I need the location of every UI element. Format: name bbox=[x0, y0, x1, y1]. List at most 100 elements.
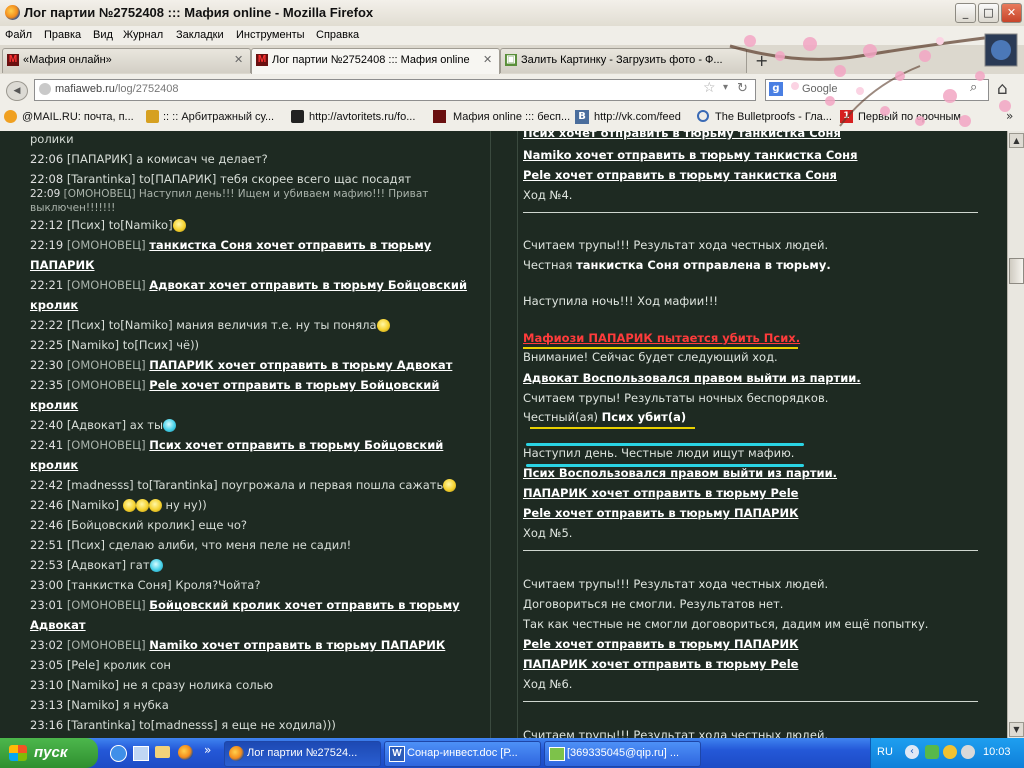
tab-mafia-online[interactable]: M «Мафия онлайн» ✕ bbox=[2, 48, 251, 73]
tab-game-log[interactable]: M Лог партии №2752408 ::: Мафия online ✕ bbox=[251, 48, 500, 75]
scroll-down-arrow-icon[interactable]: ▼ bbox=[1009, 722, 1024, 737]
qip-tray-icon[interactable] bbox=[925, 745, 939, 759]
bookmark-star-icon[interactable]: ☆ bbox=[703, 80, 716, 96]
event-line: Псих Воспользовался правом выйти из парт… bbox=[523, 466, 838, 480]
page-content: ролики 22:06 [ПАПАРИК] а комисач че дела… bbox=[0, 131, 1007, 738]
close-button[interactable]: ✕ bbox=[1001, 3, 1022, 23]
bookmark-vk[interactable]: http://vk.com/feed bbox=[594, 111, 681, 123]
event-line: Считаем трупы!!! Результат хода честных … bbox=[523, 238, 829, 252]
system-tray: RU ‹ 10:03 bbox=[870, 738, 1024, 768]
menu-view[interactable]: Вид bbox=[93, 29, 113, 41]
menu-history[interactable]: Журнал bbox=[123, 29, 163, 41]
task-label: Сонар-инвест.doc [Р... bbox=[407, 747, 518, 759]
event-line: Считаем трупы!!! Результат хода честных … bbox=[523, 728, 829, 738]
scrollbar-thumb[interactable] bbox=[1009, 258, 1024, 284]
separator bbox=[523, 550, 978, 551]
maximize-button[interactable]: □ bbox=[978, 3, 999, 23]
bookmark-mafia[interactable]: Мафия online ::: бесп... bbox=[453, 111, 571, 123]
bookmark-news[interactable]: Первый по срочным bbox=[858, 111, 961, 123]
reload-icon[interactable]: ↻ bbox=[737, 81, 748, 96]
bookmark-arbitration[interactable]: :: :: Арбитражный су... bbox=[163, 111, 288, 123]
bookmarks-more-icon[interactable]: » bbox=[1006, 109, 1013, 123]
security-tray-icon[interactable] bbox=[943, 745, 957, 759]
tab-upload-picture[interactable]: ▣ Залить Картинку - Загрузить фото - Ф..… bbox=[500, 48, 747, 73]
event-line: Адвокат Воспользовался правом выйти из п… bbox=[523, 371, 861, 385]
chat-line: кролик bbox=[30, 458, 79, 472]
tab-close-icon[interactable]: ✕ bbox=[234, 53, 243, 66]
menu-tools[interactable]: Инструменты bbox=[236, 29, 305, 41]
menu-help[interactable]: Справка bbox=[316, 29, 359, 41]
taskbar-item-firefox[interactable]: Лог партии №27524... bbox=[224, 741, 381, 767]
dropdown-arrow-icon[interactable]: ▾ bbox=[723, 82, 728, 93]
bookmark-mail[interactable]: @MAIL.RU: почта, п... bbox=[22, 111, 138, 123]
start-label: пуск bbox=[34, 744, 68, 761]
ie-icon[interactable] bbox=[110, 745, 127, 762]
event-line: Pele хочет отправить в тюрьму танкистка … bbox=[523, 168, 837, 182]
show-desktop-icon[interactable] bbox=[133, 746, 149, 761]
chat-line: 23:01 [ОМОНОВЕЦ] Бойцовский кролик хочет… bbox=[30, 598, 460, 612]
menu-edit[interactable]: Правка bbox=[44, 29, 81, 41]
tab-close-icon[interactable]: ✕ bbox=[483, 53, 492, 66]
highlight-underline bbox=[523, 347, 798, 349]
word-icon: W bbox=[389, 746, 405, 762]
back-button[interactable]: ◀ bbox=[6, 81, 28, 101]
news-icon: 1 bbox=[840, 110, 853, 123]
event-line: Ход №5. bbox=[523, 526, 573, 540]
taskbar-item-qip[interactable]: [369335045@qip.ru] ... bbox=[544, 741, 701, 767]
mafia-icon: M bbox=[256, 54, 268, 66]
chat-line: 22:30 [ОМОНОВЕЦ] ПАПАРИК хочет отправить… bbox=[30, 358, 453, 372]
home-button[interactable]: ⌂ bbox=[997, 79, 1008, 99]
tray-expand-icon[interactable]: ‹ bbox=[905, 745, 919, 759]
bookmark-avtoritets[interactable]: http://avtoritets.ru/fo... bbox=[309, 111, 427, 123]
tab-label: «Мафия онлайн» bbox=[23, 54, 112, 66]
smiley-icon bbox=[149, 559, 163, 572]
start-button[interactable]: пуск bbox=[0, 738, 98, 768]
event-line: Ход №6. bbox=[523, 677, 573, 691]
bookmark-bulletproofs[interactable]: The Bulletproofs - Гла... bbox=[715, 111, 835, 123]
event-line: Честная танкистка Соня отправлена в тюрь… bbox=[523, 258, 831, 272]
volume-tray-icon[interactable] bbox=[961, 745, 975, 759]
picture-icon: ▣ bbox=[505, 54, 517, 66]
event-line: Считаем трупы! Результаты ночных беспоря… bbox=[523, 391, 829, 405]
chat-line: выключен!!!!!!! bbox=[30, 202, 116, 214]
search-box[interactable]: g Google ⌕ bbox=[765, 79, 989, 101]
event-line: Считаем трупы!!! Результат хода честных … bbox=[523, 577, 829, 591]
menu-bookmarks[interactable]: Закладки bbox=[176, 29, 224, 41]
mail-icon bbox=[4, 110, 17, 123]
emblem-icon bbox=[146, 110, 159, 123]
firefox-icon[interactable] bbox=[178, 745, 193, 760]
bookmarks-bar: @MAIL.RU: почта, п... :: :: Арбитражный … bbox=[0, 105, 1024, 132]
firefox-icon bbox=[5, 5, 20, 20]
language-indicator[interactable]: RU bbox=[877, 746, 893, 758]
google-icon[interactable]: g bbox=[769, 82, 783, 96]
event-line: Так как честные не смогли договориться, … bbox=[523, 617, 929, 631]
url-bar[interactable]: mafiaweb.ru/log/2752408 ☆ ▾ ↻ bbox=[34, 79, 756, 101]
chat-line: 22:25 [Namiko] to[Псих] чё)) bbox=[30, 338, 200, 352]
chat-line: 22:22 [Псих] to[Namiko] мания величия т.… bbox=[30, 318, 390, 332]
chat-line: 22:46 [Бойцовский кролик] еще чо? bbox=[30, 518, 247, 532]
chat-line: 22:41 [ОМОНОВЕЦ] Псих хочет отправить в … bbox=[30, 438, 444, 452]
chat-line: ПАПАРИК bbox=[30, 258, 95, 272]
folder-icon[interactable] bbox=[155, 746, 170, 758]
separator bbox=[523, 701, 978, 702]
minimize-button[interactable]: _ bbox=[955, 3, 976, 23]
chat-line: 23:10 [Namiko] не я сразу нолика солью bbox=[30, 678, 274, 692]
bulletproofs-icon bbox=[697, 110, 709, 122]
quicklaunch-more-icon[interactable]: » bbox=[204, 743, 211, 757]
event-line: Pele хочет отправить в тюрьму ПАПАРИК bbox=[523, 506, 799, 520]
vk-icon: B bbox=[575, 110, 589, 124]
chat-line: 22:35 [ОМОНОВЕЦ] Pele хочет отправить в … bbox=[30, 378, 440, 392]
search-icon[interactable]: ⌕ bbox=[970, 80, 977, 95]
url-domain: mafiaweb.ru bbox=[55, 83, 115, 95]
menu-file[interactable]: Файл bbox=[5, 29, 32, 41]
chat-line: 23:00 [танкистка Соня] Кроля?Чойта? bbox=[30, 578, 261, 592]
new-tab-button[interactable]: + bbox=[755, 51, 768, 70]
event-line: Мафиози ПАПАРИК пытается убить Псих. bbox=[523, 331, 801, 345]
site-identity-icon[interactable] bbox=[39, 83, 51, 95]
event-line: Pele хочет отправить в тюрьму ПАПАРИК bbox=[523, 637, 799, 651]
windows-logo-icon bbox=[9, 745, 27, 761]
vertical-scrollbar[interactable] bbox=[1007, 131, 1024, 738]
scroll-up-arrow-icon[interactable]: ▲ bbox=[1009, 133, 1024, 148]
taskbar-item-word[interactable]: W Сонар-инвест.doc [Р... bbox=[384, 741, 541, 767]
mafia-icon bbox=[433, 110, 446, 123]
